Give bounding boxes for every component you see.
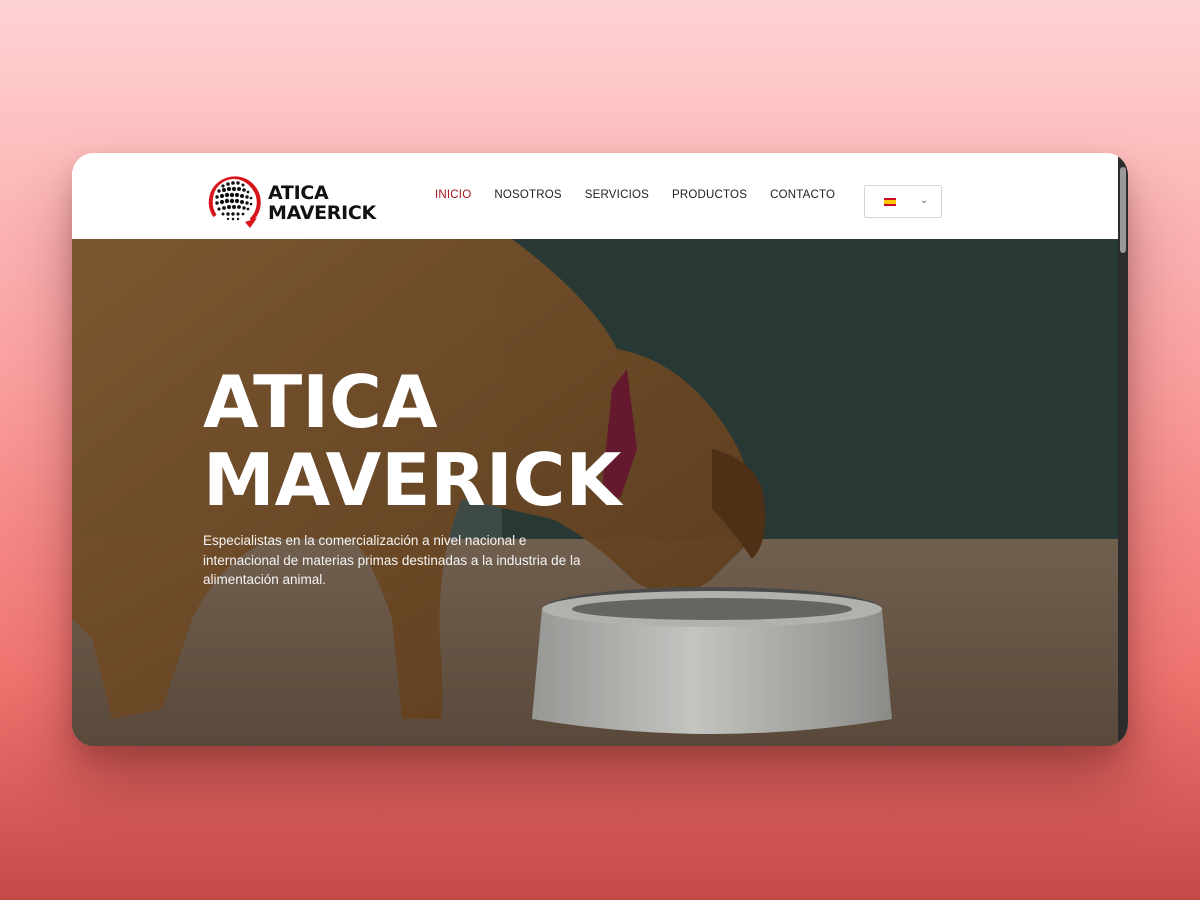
- logo-wordmark: ATICA MAVERICK: [268, 183, 376, 223]
- logo-line-1: ATICA: [268, 182, 329, 204]
- hero-section: ATICA MAVERICK Especialistas en la comer…: [72, 239, 1118, 746]
- hero-title-line-2: MAVERICK: [203, 438, 622, 522]
- main-nav: INICIO NOSOTROS SERVICIOS PRODUCTOS CONT…: [435, 189, 835, 201]
- hero-description: Especialistas en la comercialización a n…: [203, 533, 581, 587]
- nav-item-productos[interactable]: PRODUCTOS: [672, 189, 747, 201]
- hero-title-line-1: ATICA: [203, 360, 438, 444]
- logo-line-2: MAVERICK: [268, 202, 376, 224]
- nav-item-servicios[interactable]: SERVICIOS: [585, 189, 649, 201]
- language-selector[interactable]: ⌄: [864, 185, 942, 218]
- browser-window: ATICA MAVERICK INICIO NOSOTROS SERVICIOS…: [72, 153, 1128, 746]
- page-scrollbar[interactable]: [1118, 153, 1128, 746]
- globe-logo-icon: [208, 176, 261, 228]
- nav-item-inicio[interactable]: INICIO: [435, 189, 471, 201]
- hero-title: ATICA MAVERICK: [203, 363, 621, 519]
- site-logo[interactable]: ATICA MAVERICK: [205, 170, 376, 232]
- nav-item-contacto[interactable]: CONTACTO: [770, 189, 835, 201]
- scrollbar-thumb[interactable]: [1120, 167, 1126, 253]
- chevron-down-icon: ⌄: [920, 195, 929, 206]
- spain-flag-icon: [884, 198, 896, 206]
- site-header: ATICA MAVERICK INICIO NOSOTROS SERVICIOS…: [72, 153, 1118, 239]
- nav-item-nosotros[interactable]: NOSOTROS: [494, 189, 561, 201]
